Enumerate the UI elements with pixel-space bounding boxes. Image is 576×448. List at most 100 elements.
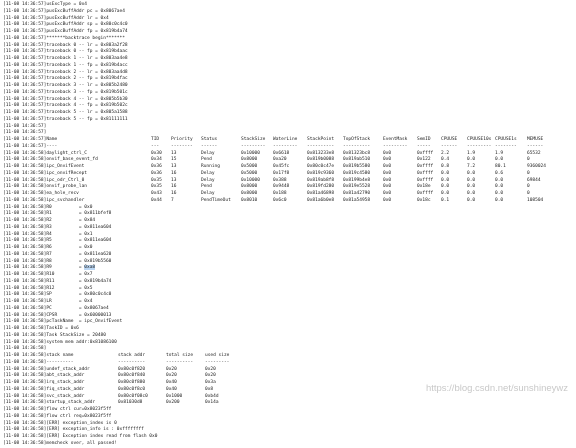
log-line: [11-08 14:36:58]LR = 0x4	[3, 299, 93, 304]
task-table-cell: 0	[527, 184, 530, 190]
task-table-row: [11-08 14:36:58]onvif_base_event_fd 0x34 1…	[3, 157, 573, 164]
task-table-cell: 0x44	[151, 197, 162, 203]
csdn-watermark: https://blog.csdn.net/sunshineywz	[425, 383, 568, 394]
task-table-cell: 0x9448	[273, 184, 290, 190]
task-table-cell: CPUUSE	[441, 137, 458, 142]
task-table-cell: 0	[527, 157, 530, 163]
terminal-log-output: [11-08 14:36:57]usExcType = 0x4 [11-08 14…	[3, 2, 573, 448]
log-line: [11-08 14:36:57]traceback 5 -- lr = 0x80…	[3, 110, 128, 115]
task-table-cell: 0x8010	[241, 197, 258, 203]
stack-table-cell: 0x14a	[205, 400, 219, 406]
task-table-cell: ------	[527, 143, 544, 149]
log-line: [11-08 14:36:57]traceback 3 -- fp = 0x81…	[3, 89, 128, 95]
task-table-cell: ----------	[307, 143, 335, 149]
task-table-cell: 0x35	[151, 184, 162, 190]
task-table-cell: 15	[171, 157, 177, 163]
stack-table-cell: 0x3a	[205, 380, 216, 385]
log-line: [11-08 14:36:58]R10 = 0x7	[3, 272, 93, 277]
task-table-cell: ---	[151, 143, 160, 149]
task-table-cell: Delay	[201, 191, 215, 196]
log-line: [11-08 14:36:57]traceback 5 -- fp = 0x81…	[3, 116, 128, 122]
stack-table-cell: 0x80c0f8c0	[118, 386, 146, 392]
task-table-cell: [11-08 14:36:58]ipc_OnvifEvent	[3, 164, 85, 169]
task-table-cell: 0x45fc	[273, 164, 290, 169]
task-table-cell: --------	[495, 143, 517, 149]
log-line: [11-08 14:36:57]traceback 1 -- lr = 0x80…	[3, 56, 128, 61]
task-table-cell: 0.0	[467, 170, 476, 176]
task-table-cell: 0x819c4580	[343, 170, 371, 176]
task-table-cell: 0xffff	[417, 164, 434, 169]
task-table-cell: 0x8000	[241, 191, 258, 196]
selected-value: 0xa8	[84, 265, 96, 271]
task-table-cell: 0x819fd280	[307, 184, 335, 190]
task-table-cell: 0x0	[383, 197, 392, 203]
log-line: [11-08 14:36:58]R9 = 0xa8	[3, 265, 96, 271]
task-table-cell: CPUUSE10s	[467, 137, 492, 142]
log-line: [11-08 14:36:57]	[3, 123, 47, 129]
task-table-cell: 0x8000	[241, 157, 258, 163]
task-table-cell: 0x188	[273, 191, 287, 196]
log-line: [11-08 14:36:58]R7 = 0x811ea620	[3, 251, 112, 257]
log-line: [11-08 14:36:58]Task StackSize = 20480	[3, 332, 106, 338]
task-table-cell: 0x6c0	[273, 197, 287, 203]
task-table-cell: WaterLine	[273, 137, 298, 142]
stack-table-cell: total size	[166, 353, 194, 358]
task-table-cell: 0.0	[495, 191, 504, 196]
stack-table-cell: 0x40	[166, 380, 177, 385]
stack-table-cell: [11-08 14:36:58]abt_stack_addr	[3, 373, 85, 379]
stack-table-cell: ----------	[118, 359, 146, 365]
task-table-cell: 13	[171, 164, 177, 169]
task-table-cell: 0.0	[495, 197, 504, 203]
log-line: [11-08 14:36:58]flow ctrl cur=0x8023f5ff	[3, 407, 112, 412]
task-table-cell: 0.0	[467, 197, 476, 203]
stack-table-row: [11-08 14:36:58]stack name stack addr tota…	[3, 353, 573, 360]
task-table-cell: 0x5000	[241, 170, 258, 176]
task-table-row: [11-08 14:36:57]---- --- -------- ------ ---…	[3, 144, 573, 151]
task-table-cell: ------	[441, 143, 458, 149]
task-table-cell: 0.0	[467, 184, 476, 190]
task-table-row: [11-08 14:36:58]ea_hole_recv 0x43 16 Delay 0…	[3, 191, 573, 198]
task-table-cell: 0x43	[151, 191, 162, 196]
task-table-cell: 0.0	[467, 157, 476, 163]
task-table-cell: 0x819c9360	[307, 170, 335, 176]
task-table-cell: 0x0	[383, 184, 392, 190]
task-table-cell: 0.0	[441, 170, 450, 176]
task-table-cell: 0x36	[151, 170, 162, 176]
log-line: [11-08 14:36:57]traceback 0 -- fp = 0x81…	[3, 49, 128, 55]
task-table-cell: 0x122	[417, 157, 431, 163]
log-line: [11-08 14:36:58][ERR] Exception index re…	[3, 434, 158, 439]
stack-table-row: [11-08 14:36:58]abt_stack_addr 0x80c0f840…	[3, 373, 573, 380]
task-table-cell: MEMUSE	[527, 137, 544, 142]
stack-table-cell: [11-08 14:36:58]----------	[3, 359, 74, 365]
task-table-cell: [11-08 14:36:58]ipc_onvifRecept	[3, 170, 87, 176]
task-table-cell: 0.8	[441, 164, 450, 169]
log-line: [11-08 14:36:58]R6 = 0x0	[3, 245, 93, 250]
task-table-cell: StackPoint	[307, 137, 335, 142]
task-table-cell: [11-08 14:36:57]----	[3, 143, 58, 149]
task-table-cell: Pend	[201, 157, 212, 163]
log-line: [11-08 14:36:57]traceback 4 -- fp = 0x81…	[3, 103, 128, 109]
task-table-row: [11-08 14:36:58]ipc_svchandler 0x44 7 PendT…	[3, 198, 573, 205]
task-table-cell: 0x81a42790	[343, 191, 371, 196]
task-table-cell: ---------	[241, 143, 266, 149]
task-table-cell: 0.0	[495, 157, 504, 163]
task-table-cell: [11-08 14:36:58]onvif_probe_lan	[3, 184, 87, 190]
task-table-row: [11-08 14:36:58]ipc_onvifRecept 0x36 16 Del…	[3, 171, 573, 178]
task-table-cell: 16	[171, 184, 177, 190]
log-line: [11-08 14:36:58][ERR] exception_index is…	[3, 420, 117, 426]
log-line: [11-08 14:36:58]R2 = 0x84	[3, 218, 96, 223]
task-table-cell: Priority	[171, 137, 193, 142]
task-table-cell: 0x0	[383, 164, 392, 169]
task-table-cell: 16	[171, 170, 177, 176]
stack-table-row: [11-08 14:36:58]startup_stack_addr 0x8103…	[3, 400, 573, 407]
task-table-cell: 0xffff	[417, 170, 434, 176]
task-table-cell: ---------	[273, 143, 298, 149]
task-table-cell: 9360024	[527, 164, 546, 169]
task-table-cell: StackSize	[241, 137, 266, 142]
task-table-cell: Pend	[201, 184, 212, 190]
task-table-cell: ---------	[383, 143, 408, 149]
task-table-cell: 16	[171, 191, 177, 196]
task-table-row: [11-08 14:36:58]onvif_probe_lan 0x35 16 Pen…	[3, 184, 573, 191]
task-table-cell: --------	[171, 143, 193, 149]
task-table-cell: 0xffff	[417, 191, 434, 196]
